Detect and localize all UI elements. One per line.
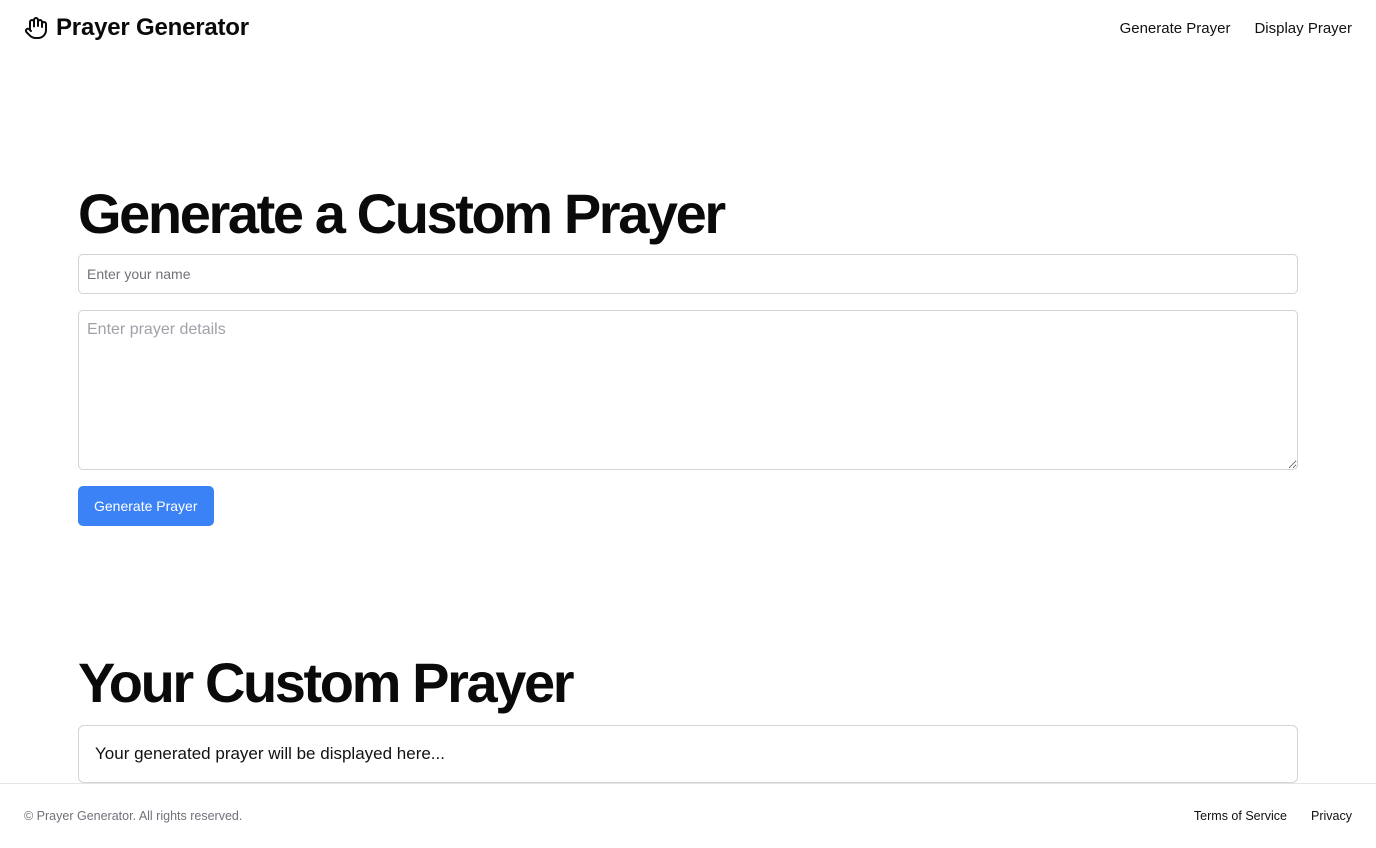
prayer-output-box: Your generated prayer will be displayed … [78, 725, 1298, 783]
copyright-text: © Prayer Generator. All rights reserved. [24, 809, 243, 823]
footer-link-terms[interactable]: Terms of Service [1194, 809, 1287, 823]
prayer-details-textarea[interactable] [78, 310, 1298, 470]
nav-link-display-prayer[interactable]: Display Prayer [1254, 20, 1352, 37]
hand-icon [24, 16, 48, 40]
footer-link-privacy[interactable]: Privacy [1311, 809, 1352, 823]
brand-link[interactable]: Prayer Generator [24, 14, 249, 42]
brand-title: Prayer Generator [56, 14, 249, 41]
generate-prayer-button[interactable]: Generate Prayer [78, 486, 214, 526]
name-input[interactable] [78, 254, 1298, 294]
footer: © Prayer Generator. All rights reserved.… [0, 783, 1376, 848]
top-navbar: Prayer Generator Generate Prayer Display… [0, 0, 1376, 56]
page: Prayer Generator Generate Prayer Display… [0, 0, 1376, 848]
footer-nav: Terms of Service Privacy [1194, 809, 1352, 823]
result-section-title: Your Custom Prayer [78, 651, 575, 714]
nav-link-generate-prayer[interactable]: Generate Prayer [1120, 20, 1231, 37]
top-nav: Generate Prayer Display Prayer [1120, 20, 1352, 37]
prayer-output-text: Your generated prayer will be displayed … [95, 744, 445, 763]
generate-section-title: Generate a Custom Prayer [78, 182, 726, 245]
